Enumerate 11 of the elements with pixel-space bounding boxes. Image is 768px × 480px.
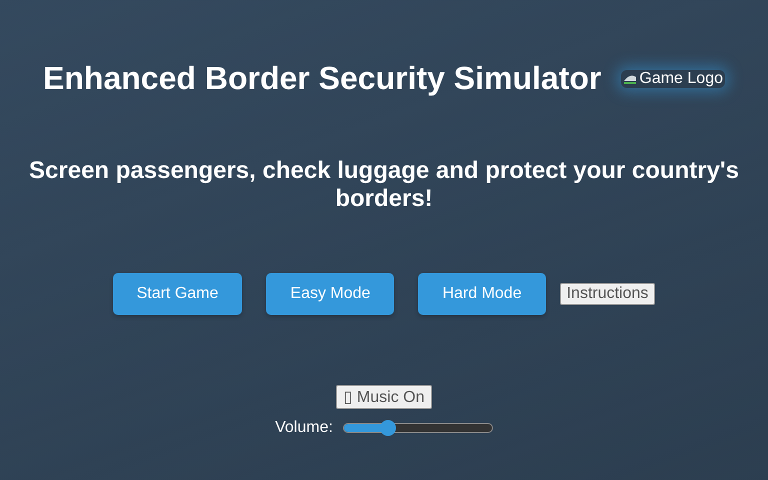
volume-slider[interactable] (342, 423, 493, 433)
page-title: Enhanced Border Security Simulator (43, 60, 602, 97)
subtitle: Screen passengers, check luggage and protect your country's borders! (28, 157, 740, 213)
broken-logo-image: Game Logo (621, 70, 725, 88)
menu-button[interactable]: Instructions (560, 283, 656, 305)
volume-label: Volume: (275, 419, 333, 437)
slider-thumb[interactable] (380, 420, 396, 436)
music-toggle-button[interactable]: ▯ Music On (336, 385, 432, 409)
menu-button[interactable]: Start Game (112, 273, 242, 315)
menu-button[interactable]: Hard Mode (418, 273, 546, 315)
menu-button[interactable]: Easy Mode (266, 273, 394, 315)
